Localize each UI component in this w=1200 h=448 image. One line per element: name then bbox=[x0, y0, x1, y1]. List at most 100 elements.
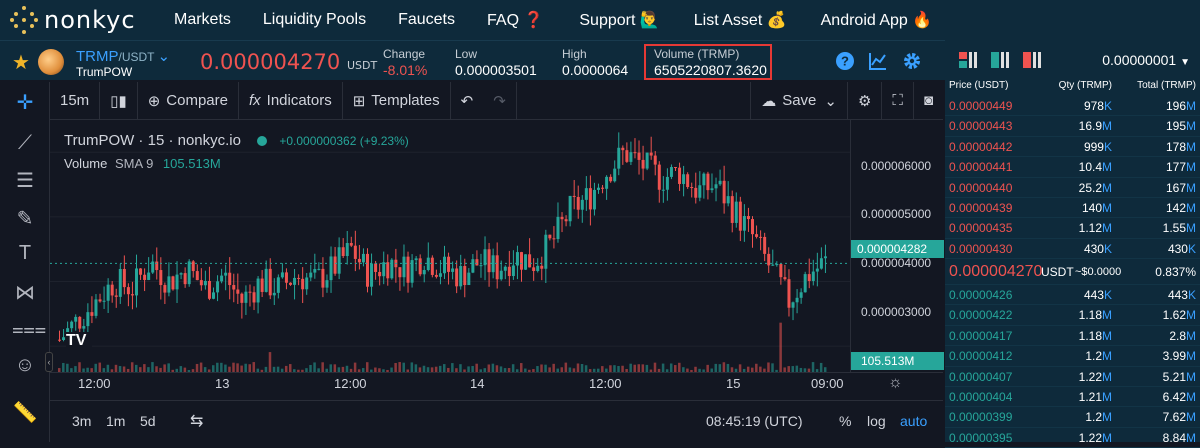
collapse-toolbar-icon[interactable]: ‹ bbox=[45, 352, 53, 372]
range-1m[interactable]: 1m bbox=[106, 413, 125, 429]
emoji-icon[interactable]: ☺ bbox=[12, 354, 38, 380]
ask-row[interactable]: 0.00000449 978K 196M bbox=[945, 96, 1200, 117]
bid-row[interactable]: 0.00000417 1.18M 2.8M bbox=[945, 326, 1200, 347]
bid-row[interactable]: 0.00000426 443K 443K bbox=[945, 285, 1200, 306]
candle bbox=[386, 262, 390, 279]
log-toggle[interactable]: log bbox=[867, 413, 886, 429]
nav-faq[interactable]: FAQ ❓ bbox=[487, 10, 543, 30]
candle bbox=[524, 254, 528, 270]
redo-icon[interactable]: ↷ bbox=[483, 81, 517, 120]
fib-lines-icon[interactable]: ☰ bbox=[12, 168, 38, 194]
mid-unit: USDT bbox=[1041, 265, 1074, 279]
nav-faucets[interactable]: Faucets bbox=[398, 11, 455, 29]
goto-date-icon[interactable]: ⇆ bbox=[190, 411, 203, 431]
brush-icon[interactable]: ✎ bbox=[12, 206, 38, 232]
candle bbox=[763, 236, 767, 254]
candle bbox=[236, 289, 240, 294]
nav-support[interactable]: Support 🙋‍♂️ bbox=[579, 10, 659, 30]
camera-icon[interactable]: ◙ bbox=[914, 82, 943, 120]
row-total: 178M bbox=[1166, 140, 1196, 154]
candle bbox=[414, 258, 418, 261]
volume-bar bbox=[62, 362, 65, 372]
ruler-icon[interactable]: 📏 bbox=[12, 400, 38, 426]
undo-icon[interactable]: ↶ bbox=[451, 82, 484, 120]
favorite-star-icon[interactable]: ★ bbox=[12, 50, 30, 75]
settings-gear-icon[interactable]: ⚙ bbox=[848, 81, 883, 120]
chart-line-icon[interactable] bbox=[868, 51, 888, 71]
nav-markets[interactable]: Markets bbox=[174, 11, 231, 29]
nav-android-app[interactable]: Android App 🔥 bbox=[821, 10, 933, 30]
candle bbox=[621, 147, 625, 151]
volume-bar bbox=[94, 363, 97, 372]
pair-selector[interactable]: TRMP/USDT ⌄ bbox=[76, 47, 170, 65]
ask-row[interactable]: 0.00000439 140M 142M bbox=[945, 198, 1200, 219]
save-button[interactable]: ☁ Save ⌄ bbox=[750, 81, 848, 120]
row-total-suffix: M bbox=[1186, 180, 1196, 195]
logo[interactable]: nonkyc bbox=[10, 6, 150, 34]
fullscreen-icon[interactable]: ⛶ bbox=[882, 81, 914, 120]
candle bbox=[495, 255, 499, 280]
candle bbox=[163, 285, 167, 293]
time-axis[interactable]: 12:00 13 12:00 14 12:00 15 09:00 ☼ bbox=[50, 372, 943, 396]
bid-row[interactable]: 0.00000404 1.21M 6.42M bbox=[945, 387, 1200, 408]
ask-row[interactable]: 0.00000442 999K 178M bbox=[945, 137, 1200, 158]
bid-row[interactable]: 0.00000395 1.22M 8.84M bbox=[945, 428, 1200, 448]
auto-toggle[interactable]: auto bbox=[900, 413, 927, 429]
nav-liquidity-pools[interactable]: Liquidity Pools bbox=[263, 11, 366, 29]
crosshair-icon[interactable]: ✛ bbox=[12, 90, 38, 116]
price-axis[interactable]: 0.000006000 0.000005000 0.000004000 0.00… bbox=[850, 120, 944, 372]
range-3m[interactable]: 3m bbox=[72, 413, 91, 429]
row-total-suffix: M bbox=[1186, 430, 1196, 445]
row-price: 0.00000441 bbox=[949, 160, 1013, 175]
candle-type-icon[interactable]: ▯▮ bbox=[100, 81, 138, 120]
ask-row[interactable]: 0.00000435 1.12M 1.55M bbox=[945, 218, 1200, 239]
ask-row[interactable]: 0.00000440 25.2M 167M bbox=[945, 178, 1200, 198]
row-qty: 1.12M bbox=[1079, 221, 1112, 235]
text-tool-icon[interactable]: T bbox=[12, 242, 38, 268]
indicators-button[interactable]: fx Indicators bbox=[239, 81, 343, 120]
logo-mark-icon bbox=[10, 6, 38, 34]
ask-row[interactable]: 0.00000430 430K 430K bbox=[945, 239, 1200, 260]
candle bbox=[402, 256, 406, 278]
measure-lines-icon[interactable]: ⩶ bbox=[12, 318, 46, 344]
book-both-view-icon[interactable] bbox=[959, 52, 979, 68]
gear-icon[interactable] bbox=[902, 51, 922, 71]
precision-select[interactable]: 0.00000001 ▼ bbox=[1102, 52, 1190, 68]
ask-row[interactable]: 0.00000443 16.9M 195M bbox=[945, 116, 1200, 137]
book-bids-view-icon[interactable] bbox=[991, 52, 1011, 68]
percent-toggle[interactable]: % bbox=[839, 413, 851, 429]
volume-bar bbox=[410, 362, 414, 372]
row-qty-value: 1.12 bbox=[1078, 221, 1102, 236]
candle bbox=[572, 195, 576, 197]
trendline-icon[interactable]: ⟋ bbox=[12, 132, 38, 158]
candle bbox=[592, 189, 596, 210]
tradingview-logo[interactable]: TV bbox=[66, 332, 92, 352]
candle bbox=[568, 195, 572, 222]
x-tick: 13 bbox=[215, 376, 230, 391]
bid-row[interactable]: 0.00000399 1.2M 7.62M bbox=[945, 407, 1200, 428]
volume-bar bbox=[313, 362, 316, 372]
volume-bar bbox=[738, 364, 742, 372]
candle bbox=[122, 268, 126, 288]
row-qty: 25.2M bbox=[1079, 181, 1112, 195]
pattern-icon[interactable]: ⋈ bbox=[12, 280, 38, 306]
help-icon[interactable]: ? bbox=[835, 51, 855, 71]
bid-row[interactable]: 0.00000412 1.2M 3.99M bbox=[945, 346, 1200, 367]
bid-row[interactable]: 0.00000422 1.18M 1.62M bbox=[945, 305, 1200, 326]
volume-bar bbox=[706, 364, 709, 372]
compare-button[interactable]: ⊕ Compare bbox=[138, 81, 239, 120]
candle bbox=[135, 268, 138, 296]
range-5d[interactable]: 5d bbox=[140, 413, 156, 429]
candle bbox=[147, 272, 151, 280]
row-price: 0.00000395 bbox=[949, 430, 1013, 445]
templates-button[interactable]: ⊞ Templates bbox=[343, 81, 451, 120]
nav-list-asset[interactable]: List Asset 💰 bbox=[694, 10, 787, 30]
candle bbox=[86, 312, 90, 327]
clock-time[interactable]: 08:45:19 (UTC) bbox=[706, 413, 802, 429]
ask-row[interactable]: 0.00000441 10.4M 177M bbox=[945, 157, 1200, 178]
book-asks-view-icon[interactable] bbox=[1023, 52, 1043, 68]
axis-settings-icon[interactable]: ☼ bbox=[888, 374, 903, 392]
candle bbox=[329, 256, 333, 281]
bid-row[interactable]: 0.00000407 1.22M 5.21M bbox=[945, 367, 1200, 387]
interval-button[interactable]: 15m bbox=[50, 81, 101, 120]
